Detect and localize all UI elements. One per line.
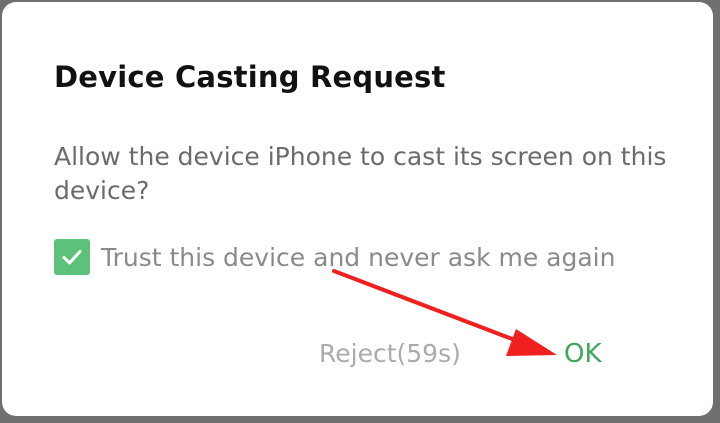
casting-request-dialog: Device Casting Request Allow the device …: [2, 2, 713, 416]
ok-button[interactable]: OK: [564, 339, 602, 369]
dialog-message: Allow the device iPhone to cast its scre…: [54, 142, 667, 205]
reject-button[interactable]: Reject(59s): [319, 339, 461, 368]
dialog-title: Device Casting Request: [54, 60, 446, 94]
trust-checkbox[interactable]: [54, 239, 90, 275]
checkmark-icon: [62, 250, 82, 265]
trust-device-option[interactable]: Trust this device and never ask me again: [54, 239, 615, 275]
trust-checkbox-label: Trust this device and never ask me again: [101, 242, 616, 272]
